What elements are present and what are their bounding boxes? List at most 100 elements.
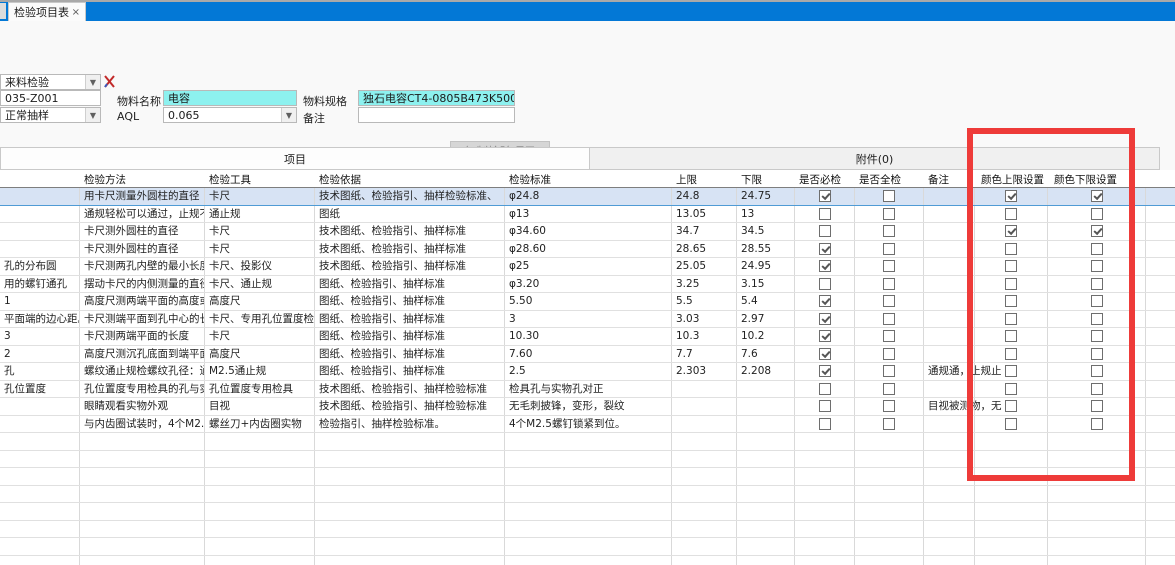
cell-color_upper[interactable] — [975, 276, 1048, 293]
cell-method[interactable]: 卡尺测外圆柱的直径 — [80, 241, 205, 258]
checkbox-color-upper[interactable] — [1005, 225, 1017, 237]
column-header-4[interactable]: 检验标准 — [505, 170, 672, 187]
cell-basis[interactable]: 图纸、检验指引、抽样标准 — [315, 363, 505, 380]
cell-basis[interactable]: 图纸 — [315, 206, 505, 223]
cell-upper[interactable]: 34.7 — [672, 223, 737, 240]
checkbox-color-lower[interactable] — [1091, 208, 1103, 220]
cell-color_lower[interactable] — [1048, 188, 1146, 205]
checkbox-must-check[interactable] — [819, 208, 831, 220]
cell-standard[interactable]: φ25 — [505, 258, 672, 275]
cell-lower[interactable]: 7.6 — [737, 346, 795, 363]
checkbox-full-check[interactable] — [883, 243, 895, 255]
cell-color_lower[interactable] — [1048, 223, 1146, 240]
aql-select[interactable]: 0.065 ▼ — [163, 107, 297, 123]
cell-must[interactable] — [795, 188, 855, 205]
column-header-8[interactable]: 是否全检 — [855, 170, 924, 187]
checkbox-full-check[interactable] — [883, 278, 895, 290]
cell-basis[interactable]: 技术图纸、检验指引、抽样标准 — [315, 258, 505, 275]
checkbox-color-lower[interactable] — [1091, 278, 1103, 290]
cell-blank[interactable] — [1146, 346, 1175, 363]
cell-full[interactable] — [855, 311, 924, 328]
cell-must[interactable] — [795, 241, 855, 258]
checkbox-color-lower[interactable] — [1091, 330, 1103, 342]
cell-upper[interactable] — [672, 398, 737, 415]
cell-lower[interactable]: 13 — [737, 206, 795, 223]
cell-basis[interactable]: 技术图纸、检验指引、抽样检验标准、 — [315, 188, 505, 205]
cell-color_lower[interactable] — [1048, 241, 1146, 258]
checkbox-color-upper[interactable] — [1005, 278, 1017, 290]
cell-tool[interactable]: 卡尺 — [205, 328, 315, 345]
cell-name[interactable]: 1 — [0, 293, 80, 310]
cell-lower[interactable]: 5.4 — [737, 293, 795, 310]
cell-blank[interactable] — [1146, 328, 1175, 345]
checkbox-must-check[interactable] — [819, 365, 831, 377]
checkbox-color-upper[interactable] — [1005, 348, 1017, 360]
clear-filter-button[interactable] — [102, 74, 117, 89]
cell-color_lower[interactable] — [1048, 206, 1146, 223]
cell-blank[interactable] — [1146, 258, 1175, 275]
cell-lower[interactable]: 10.2 — [737, 328, 795, 345]
checkbox-must-check[interactable] — [819, 330, 831, 342]
column-header-10[interactable]: 颜色上限设置 — [975, 170, 1048, 187]
cell-color_lower[interactable] — [1048, 363, 1146, 380]
checkbox-color-lower[interactable] — [1091, 365, 1103, 377]
checkbox-full-check[interactable] — [883, 295, 895, 307]
tab-items[interactable]: 项目 — [0, 147, 590, 170]
table-row[interactable]: 2高度尺测沉孔底面到端平面:高度尺图纸、检验指引、抽样标准7.607.77.6 — [0, 346, 1175, 364]
column-header-9[interactable]: 备注 — [924, 170, 975, 187]
cell-full[interactable] — [855, 293, 924, 310]
cell-name[interactable] — [0, 223, 80, 240]
cell-upper[interactable]: 28.65 — [672, 241, 737, 258]
cell-standard[interactable]: 10.30 — [505, 328, 672, 345]
checkbox-full-check[interactable] — [883, 418, 895, 430]
cell-note[interactable] — [924, 188, 975, 205]
cell-blank[interactable] — [1146, 293, 1175, 310]
column-header-7[interactable]: 是否必检 — [795, 170, 855, 187]
column-header-6[interactable]: 下限 — [737, 170, 795, 187]
checkbox-color-lower[interactable] — [1091, 243, 1103, 255]
cell-note[interactable] — [924, 293, 975, 310]
checkbox-color-lower[interactable] — [1091, 260, 1103, 272]
column-header-5[interactable]: 上限 — [672, 170, 737, 187]
checkbox-color-upper[interactable] — [1005, 418, 1017, 430]
cell-method[interactable]: 卡尺测两端平面的长度 — [80, 328, 205, 345]
cell-note[interactable] — [924, 346, 975, 363]
cell-upper[interactable]: 5.5 — [672, 293, 737, 310]
cell-upper[interactable]: 7.7 — [672, 346, 737, 363]
cell-blank[interactable] — [1146, 398, 1175, 415]
cell-lower[interactable]: 34.5 — [737, 223, 795, 240]
cell-color_lower[interactable] — [1048, 258, 1146, 275]
checkbox-must-check[interactable] — [819, 295, 831, 307]
cell-color_upper[interactable] — [975, 223, 1048, 240]
checkbox-color-upper[interactable] — [1005, 313, 1017, 325]
cell-standard[interactable]: 7.60 — [505, 346, 672, 363]
checkbox-color-lower[interactable] — [1091, 190, 1103, 202]
material-spec-input[interactable]: 独石电容CT4-0805B473K500F3绿 — [358, 90, 515, 106]
cell-color_lower[interactable] — [1048, 416, 1146, 433]
table-row[interactable]: 用卡尺测量外圆柱的直径卡尺技术图纸、检验指引、抽样检验标准、φ24.824.82… — [0, 188, 1175, 206]
cell-lower[interactable]: 3.15 — [737, 276, 795, 293]
cell-method[interactable]: 通规轻松可以通过，止规不能 — [80, 206, 205, 223]
cell-tool[interactable]: 卡尺、通止规 — [205, 276, 315, 293]
cell-method[interactable]: 高度尺测沉孔底面到端平面: — [80, 346, 205, 363]
column-header-3[interactable]: 检验依据 — [315, 170, 505, 187]
cell-name[interactable]: 孔位置度 — [0, 381, 80, 398]
checkbox-color-upper[interactable] — [1005, 330, 1017, 342]
checkbox-must-check[interactable] — [819, 278, 831, 290]
cell-method[interactable]: 摆动卡尺的内侧测量的直径· — [80, 276, 205, 293]
cell-name[interactable] — [0, 416, 80, 433]
cell-must[interactable] — [795, 311, 855, 328]
cell-standard[interactable]: 2.5 — [505, 363, 672, 380]
cell-tool[interactable]: 卡尺 — [205, 188, 315, 205]
cell-blank[interactable] — [1146, 223, 1175, 240]
table-row[interactable]: 通规轻松可以通过，止规不能通止规图纸φ1313.0513 — [0, 206, 1175, 224]
cell-note[interactable] — [924, 328, 975, 345]
cell-blank[interactable] — [1146, 416, 1175, 433]
cell-upper[interactable]: 3.25 — [672, 276, 737, 293]
cell-full[interactable] — [855, 381, 924, 398]
cell-upper[interactable] — [672, 381, 737, 398]
material-name-input[interactable]: 电容 — [163, 90, 297, 106]
cell-basis[interactable]: 图纸、检验指引、抽样标准 — [315, 293, 505, 310]
cell-standard[interactable]: 4个M2.5螺钉锁紧到位。 — [505, 416, 672, 433]
cell-lower[interactable]: 2.97 — [737, 311, 795, 328]
